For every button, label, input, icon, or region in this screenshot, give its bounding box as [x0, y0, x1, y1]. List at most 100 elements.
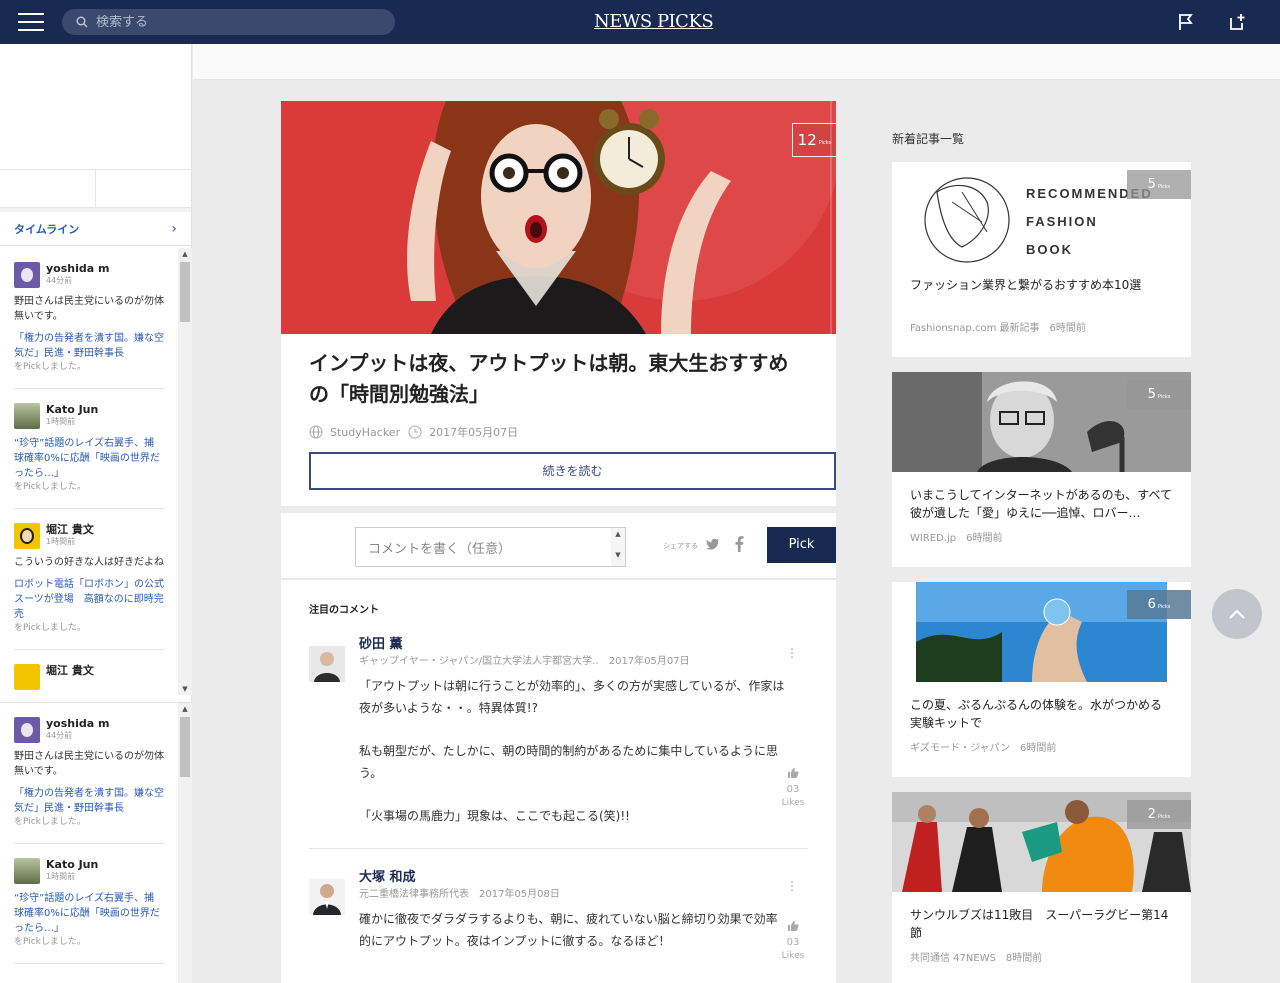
recent-article-card[interactable]: 2 Picks サンウルブズは11敗目 スーパーラグビー第14節 共同通信 47N…	[892, 792, 1191, 983]
picks-badge: 6 Picks	[1127, 590, 1191, 619]
timeline-feed[interactable]: yoshida m 44分前 野田さんは民主党にいるのが勿体無いです。 「権力の…	[0, 248, 192, 695]
scroll-thumb[interactable]	[180, 262, 190, 322]
user-name[interactable]: yoshida m	[46, 717, 109, 730]
user-name[interactable]: 堀江 貴文	[46, 523, 94, 536]
list-item[interactable]: Kato Jun 1時間前 “珍守”話題のレイズ右翼手、捕球確率0%に応酬「映画…	[14, 844, 164, 964]
thumbs-up-icon	[788, 921, 799, 931]
list-item[interactable]: yoshida m 44分前 野田さんは民主党にいるのが勿体無いです。 「権力の…	[14, 703, 164, 844]
scroll-thumb[interactable]	[180, 717, 190, 777]
comment-input[interactable]	[356, 528, 611, 566]
user-name[interactable]: Kato Jun	[46, 858, 98, 871]
more-options-icon[interactable]: ⋮	[786, 646, 798, 660]
picks-count: 2	[1147, 807, 1156, 822]
top-strip	[193, 44, 1280, 80]
search-input[interactable]	[96, 14, 376, 30]
more-options-icon[interactable]: ⋮	[786, 879, 798, 893]
article-link[interactable]: “珍守”話題のレイズ右翼手、捕球確率0%に応酬「映画の世界だったら…」	[14, 891, 164, 936]
fashion-text: FASHION	[1026, 214, 1098, 229]
avatar[interactable]	[14, 664, 40, 690]
like-count: 03	[786, 937, 800, 948]
list-item[interactable]: 堀江 貴文	[14, 650, 164, 695]
read-more-button[interactable]: 続きを読む	[309, 452, 836, 490]
featured-comments: 注目のコメント 砂田 薫 ギャップイヤー・ジャパン/国立大学法人宇都宮大学‥ 2…	[281, 580, 836, 983]
sidebar-tabs	[0, 170, 191, 208]
list-item[interactable]: 堀江 貴文 1時間前 こういうの好きな人は好きだよね ロボット電話「ロボホン」の…	[14, 509, 164, 650]
new-post-icon[interactable]	[1228, 12, 1248, 32]
facebook-icon[interactable]	[732, 536, 746, 552]
article-hero-image[interactable]: 12 Picks	[281, 101, 836, 334]
sidebar-tab[interactable]	[0, 170, 96, 207]
affiliation: ギャップイヤー・ジャパン/国立大学法人宇都宮大学‥	[359, 656, 599, 667]
article-source: 共同通信 47NEWS 8時間前	[910, 953, 1043, 964]
flag-icon[interactable]	[1176, 12, 1196, 32]
avatar[interactable]	[14, 858, 40, 884]
logo[interactable]: NEWS PICKS	[594, 11, 714, 32]
picked-label: をPickしました。	[14, 362, 86, 372]
comment-body: 「アウトプットは朝に行うことが効率的」、多くの方が実感しているが、作家は夜が多い…	[359, 675, 789, 827]
scroll-up-icon[interactable]: ▲	[178, 703, 192, 715]
share-label: シェアする	[663, 542, 698, 550]
avatar[interactable]	[14, 403, 40, 429]
comment-item: 砂田 薫 ギャップイヤー・ジャパン/国立大学法人宇都宮大学‥ 2017年05月0…	[309, 616, 808, 849]
avatar[interactable]	[14, 717, 40, 743]
timestamp: 44分前	[46, 731, 73, 740]
article-link[interactable]: 「権力の告発者を潰す国。嫌な空気だ」民進・野田幹事長	[14, 331, 164, 361]
recent-article-card[interactable]: 6 Picks この夏、ぷるんぷるんの体験を。水がつかめる実験キットで ギズモード…	[892, 582, 1191, 777]
scroll-up-icon[interactable]: ▲	[178, 248, 192, 260]
avatar[interactable]	[14, 262, 40, 288]
picks-count: 12	[797, 131, 817, 149]
twitter-icon[interactable]	[706, 537, 720, 551]
list-item[interactable]: Kato Jun 1時間前 “珍守”話題のレイズ右翼手、捕球確率0%に応酬「映画…	[14, 389, 164, 509]
recent-article-card[interactable]: RECOMMENDED FASHION BOOK 5 Picks ファッション業界…	[892, 162, 1191, 357]
timeline-label: タイムライン	[14, 222, 80, 236]
picked-label: をPickしました。	[14, 482, 86, 492]
article-title[interactable]: この夏、ぷるんぷるんの体験を。水がつかめる実験キットで	[910, 696, 1173, 732]
comment-paragraph: 確かに徹夜でダラダラするよりも、朝に、疲れていない脳と締切り効果で効率的にアウト…	[359, 912, 778, 948]
like-button[interactable]: 03 Likes	[780, 764, 806, 809]
avatar[interactable]	[309, 879, 345, 915]
scroll-to-top-button[interactable]	[1212, 589, 1262, 639]
timestamp: 1時間前	[46, 872, 76, 881]
article-title[interactable]: サンウルブズは11敗目 スーパーラグビー第14節	[910, 906, 1173, 942]
user-name[interactable]: yoshida m	[46, 262, 109, 275]
list-item[interactable]: yoshida m 44分前 野田さんは民主党にいるのが勿体無いです。 「権力の…	[14, 248, 164, 389]
affiliation: 元二重橋法律事務所代表	[359, 889, 469, 900]
scroll-down-icon[interactable]: ▼	[178, 683, 192, 695]
commenter-affiliation: ギャップイヤー・ジャパン/国立大学法人宇都宮大学‥ 2017年05月07日	[359, 654, 808, 670]
comment-text: 野田さんは民主党にいるのが勿体無いです。	[14, 296, 164, 322]
user-name[interactable]: Kato Jun	[46, 403, 98, 416]
article-link[interactable]: “珍守”話題のレイズ右翼手、捕球確率0%に応酬「映画の世界だったら…」	[14, 436, 164, 481]
search-box[interactable]	[62, 9, 395, 35]
article-title[interactable]: いまこうしてインターネットがあるのも、すべて彼が遺した「愛」ゆえに──追悼、ロバ…	[910, 486, 1173, 522]
globe-icon	[309, 425, 323, 439]
picks-unit: Picks	[1157, 184, 1171, 190]
article-link[interactable]: 「権力の告発者を潰す国。嫌な空気だ」民進・野田幹事長	[14, 786, 164, 816]
picks-count: 5	[1147, 387, 1156, 402]
timeline-header[interactable]: タイムライン ›	[0, 212, 191, 246]
commenter-name[interactable]: 砂田 薫	[359, 636, 808, 654]
avatar[interactable]	[309, 646, 345, 682]
article-source[interactable]: StudyHacker	[330, 426, 400, 439]
comment-input-scrollbar[interactable]: ▲ ▼	[611, 528, 625, 566]
picked-label: をPickしました。	[14, 937, 86, 947]
article-link[interactable]: ロボット電話「ロボホン」の公式スーツが登場 高額なのに即時完売	[14, 577, 164, 622]
article-title[interactable]: ファッション業界と繋がるおすすめ本10選	[910, 276, 1173, 312]
top-bar: NEWS PICKS	[0, 0, 1280, 44]
like-button[interactable]: 03 Likes	[780, 917, 806, 962]
timeline-scrollbar[interactable]: ▲ ▼	[178, 248, 192, 695]
commenter-name[interactable]: 大塚 和成	[359, 869, 808, 887]
pick-button[interactable]: Pick	[767, 527, 836, 563]
menu-icon[interactable]	[18, 13, 44, 31]
timeline-feed-2[interactable]: yoshida m 44分前 野田さんは民主党にいるのが勿体無いです。 「権力の…	[0, 702, 192, 983]
picks-badge: 2 Picks	[1127, 800, 1191, 829]
comment-date: 2017年05月08日	[479, 889, 560, 900]
comment-text: 野田さんは民主党にいるのが勿体無いです。	[14, 751, 164, 777]
avatar[interactable]	[14, 523, 40, 549]
user-name[interactable]: 堀江 貴文	[46, 664, 94, 677]
article-date: 2017年05月07日	[429, 426, 519, 439]
article-title[interactable]: インプットは夜、アウトプットは朝。東大生おすすめの「時間別勉強法」	[309, 348, 808, 410]
recent-article-card[interactable]: 5 Picks いまこうしてインターネットがあるのも、すべて彼が遺した「愛」ゆえに…	[892, 372, 1191, 567]
comment-date: 2017年05月07日	[608, 656, 690, 667]
timeline-scrollbar[interactable]: ▲	[178, 703, 192, 983]
comment-input-box[interactable]: ▲▼	[355, 527, 626, 567]
